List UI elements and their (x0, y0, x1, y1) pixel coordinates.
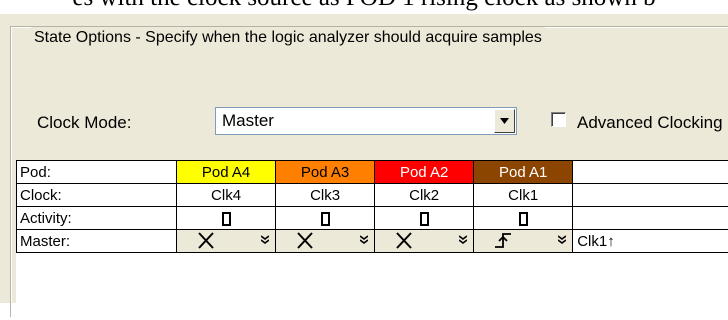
clock-mode-value: Master (222, 111, 274, 131)
clock-mode-dropdown-button[interactable] (494, 109, 515, 133)
double-chevron-down-icon (261, 235, 269, 245)
state-options-dialog: State Options - Specify when the logic a… (0, 14, 728, 303)
clock-cell-a1: Clk1 (474, 184, 573, 207)
clock-row-label: Clock: (17, 184, 177, 207)
pod-row-label: Pod: (17, 161, 177, 184)
x-icon (197, 232, 215, 249)
activity-cell-a4 (177, 207, 276, 230)
activity-cell-a3 (276, 207, 375, 230)
master-summary: Clk1↑ (573, 230, 728, 253)
activity-row: Activity: (17, 207, 728, 230)
activity-indicator-icon (222, 212, 231, 226)
master-select-a2[interactable] (375, 230, 474, 253)
clock-cell-a2: Clk2 (375, 184, 474, 207)
pod-header-a1[interactable]: Pod A1 (474, 161, 573, 184)
empty-cell (573, 184, 728, 207)
empty-cell (573, 161, 728, 184)
clock-row: Clock: Clk4 Clk3 Clk2 Clk1 (17, 184, 728, 207)
pod-header-a4[interactable]: Pod A4 (177, 161, 276, 184)
activity-cell-a2 (375, 207, 474, 230)
empty-cell (573, 207, 728, 230)
activity-indicator-icon (420, 212, 429, 226)
double-chevron-down-icon (459, 235, 467, 245)
master-row-label: Master: (17, 230, 177, 253)
x-icon (296, 232, 314, 249)
activity-indicator-icon (519, 212, 528, 226)
master-select-a1[interactable] (474, 230, 573, 253)
clock-cell-a3: Clk3 (276, 184, 375, 207)
group-legend: State Options - Specify when the logic a… (31, 27, 545, 49)
pod-clock-table: Pod: Pod A4 Pod A3 Pod A2 Pod A1 Clock: … (16, 160, 728, 320)
master-select-a3[interactable] (276, 230, 375, 253)
activity-indicator-icon (321, 212, 330, 226)
pod-header-a2[interactable]: Pod A2 (375, 161, 474, 184)
activity-cell-a1 (474, 207, 573, 230)
double-chevron-down-icon (558, 235, 566, 245)
x-icon (395, 232, 413, 249)
master-row: Master: Clk1↑ (17, 230, 728, 253)
pod-header-a3[interactable]: Pod A3 (276, 161, 375, 184)
advanced-clocking-label[interactable]: Advanced Clocking (577, 113, 723, 133)
clock-mode-select[interactable]: Master (215, 107, 517, 135)
advanced-clocking-checkbox[interactable] (551, 112, 566, 127)
master-select-a4[interactable] (177, 230, 276, 253)
rising-edge-icon (494, 232, 512, 249)
activity-row-label: Activity: (17, 207, 177, 230)
pod-row: Pod: Pod A4 Pod A3 Pod A2 Pod A1 (17, 161, 728, 184)
clock-mode-label: Clock Mode: (37, 113, 131, 133)
clock-cell-a4: Clk4 (177, 184, 276, 207)
chevron-down-icon (500, 118, 509, 124)
double-chevron-down-icon (360, 235, 368, 245)
